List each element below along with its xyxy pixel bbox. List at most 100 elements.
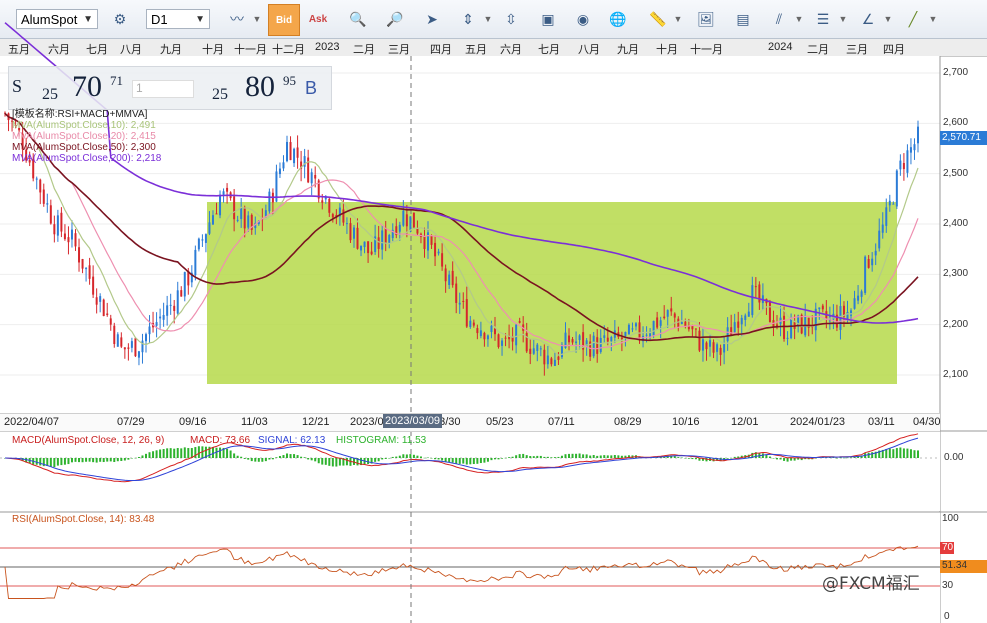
candle-body [680, 322, 683, 325]
macd-bar [286, 453, 289, 458]
macd-bar [130, 458, 133, 459]
macd-value: MACD: 73.66 [190, 435, 251, 446]
macd-bar [109, 458, 112, 462]
candle-body [360, 245, 363, 251]
lines-dropdown[interactable]: ▼ [794, 6, 804, 32]
fit-icon[interactable]: ⇳ [498, 6, 524, 32]
candle-body [620, 337, 623, 340]
macd-bar [173, 448, 176, 458]
macd-bar [335, 458, 338, 467]
chart-type-icon[interactable]: 〰 [224, 6, 250, 32]
scale-dropdown[interactable]: ▼ [483, 6, 493, 32]
date-label: 11/03 [241, 416, 268, 428]
mva20-label: MVA(AlumSpot.Close,20): 2,415 [12, 131, 156, 142]
cursor-icon[interactable]: ➤ [419, 6, 445, 32]
lines-icon[interactable]: ⫽ [766, 6, 792, 32]
candle-body [219, 194, 222, 216]
sell-price-big[interactable]: 70 [72, 70, 102, 104]
macd-bar [226, 448, 229, 458]
candle-body [617, 332, 620, 337]
date-label: 12/21 [302, 416, 330, 428]
month-label: 三月 [846, 44, 868, 56]
macd-bar [197, 446, 200, 458]
date-label: 2024/01/23 [790, 416, 846, 428]
candle-body [585, 340, 588, 347]
snapshot-icon[interactable]: ▣ [535, 6, 561, 32]
trendline-icon[interactable]: ╱ [900, 6, 926, 32]
candle-body [867, 259, 870, 268]
price-tick: 2,400 [943, 218, 969, 229]
macd-bar [864, 453, 867, 458]
globe-icon[interactable]: 🌐 [605, 6, 631, 32]
macd-bar [638, 456, 641, 458]
indicator-settings-icon[interactable]: ⚙ [107, 6, 133, 32]
candle-body [60, 212, 63, 232]
buy-price-big[interactable]: 80 [245, 70, 275, 104]
ruler-dropdown[interactable]: ▼ [673, 6, 683, 32]
macd-bar [701, 458, 704, 461]
month-bar: 五月 六月 七月 八月 九月 十月 十一月 十二月 2023 二月 三月 四月 五月 六月 七月 八月 九月 十月… [0, 39, 987, 57]
zoom-in-icon[interactable]: 🔍 [345, 6, 371, 32]
window-icon[interactable]: ▤ [730, 6, 756, 32]
menu-icon[interactable]: ☰ [810, 6, 836, 32]
macd-bar [892, 449, 895, 458]
candle-body [458, 302, 461, 305]
candle-body [444, 268, 447, 282]
zoom-out-icon[interactable]: 🔎 [382, 6, 408, 32]
macd-bar [451, 458, 454, 463]
macd-bar [899, 447, 902, 458]
macd-bar [518, 454, 521, 458]
ask-button[interactable]: Ask [305, 6, 331, 32]
macd-bar [338, 458, 341, 466]
mva200-label: MVA(AlumSpot.Close,200): 2,218 [12, 153, 162, 164]
candle-body [183, 272, 186, 297]
candle-body [419, 233, 422, 237]
scale-icon[interactable]: ⇕ [455, 6, 481, 32]
candle-body [257, 221, 260, 225]
image-icon[interactable]: 🖼 [693, 6, 719, 32]
macd-bar [35, 458, 38, 465]
macd-bar [758, 453, 761, 458]
candle-body [120, 337, 123, 347]
buy-prefix: 25 [212, 86, 228, 103]
candle-body [712, 342, 715, 353]
rsi-tick-30: 30 [942, 580, 954, 591]
candle-body [842, 305, 845, 317]
bid-button[interactable]: Bid [268, 4, 300, 36]
macd-bar [296, 455, 299, 458]
macd-bar [222, 447, 225, 458]
angle-icon[interactable]: ∠ [855, 6, 881, 32]
macd-bar [754, 452, 757, 458]
macd-bar [723, 458, 726, 461]
macd-bar [180, 448, 183, 458]
ruler-icon[interactable]: 📏 [645, 6, 671, 32]
candle-body [874, 250, 877, 256]
macd-bar [511, 456, 514, 458]
timeframe-select[interactable]: D1 ▼ [146, 9, 210, 29]
macd-bar [289, 454, 292, 458]
macd-bar [63, 458, 66, 465]
macd-bar [113, 458, 116, 463]
sell-letter[interactable]: S [12, 76, 22, 97]
chart-type-dropdown[interactable]: ▼ [252, 6, 262, 32]
candle-body [811, 325, 814, 328]
menu-dropdown[interactable]: ▼ [838, 6, 848, 32]
candle-body [92, 276, 95, 295]
candle-body [240, 207, 243, 219]
candle-body [564, 332, 567, 348]
month-label: 十月 [656, 44, 678, 56]
macd-bar [236, 455, 239, 458]
lot-input[interactable]: 1 [132, 80, 194, 98]
trendline-dropdown[interactable]: ▼ [928, 6, 938, 32]
month-label: 六月 [48, 44, 70, 56]
macd-bar [575, 453, 578, 458]
eye-icon[interactable]: ◉ [570, 6, 596, 32]
buy-letter[interactable]: B [305, 78, 317, 99]
macd-bar [613, 455, 616, 458]
macd-bar [42, 458, 45, 467]
symbol-select[interactable]: AlumSpot ▼ [16, 9, 98, 29]
candle-body [434, 242, 437, 257]
angle-dropdown[interactable]: ▼ [883, 6, 893, 32]
macd-bar [208, 446, 211, 458]
candle-body [536, 344, 539, 351]
